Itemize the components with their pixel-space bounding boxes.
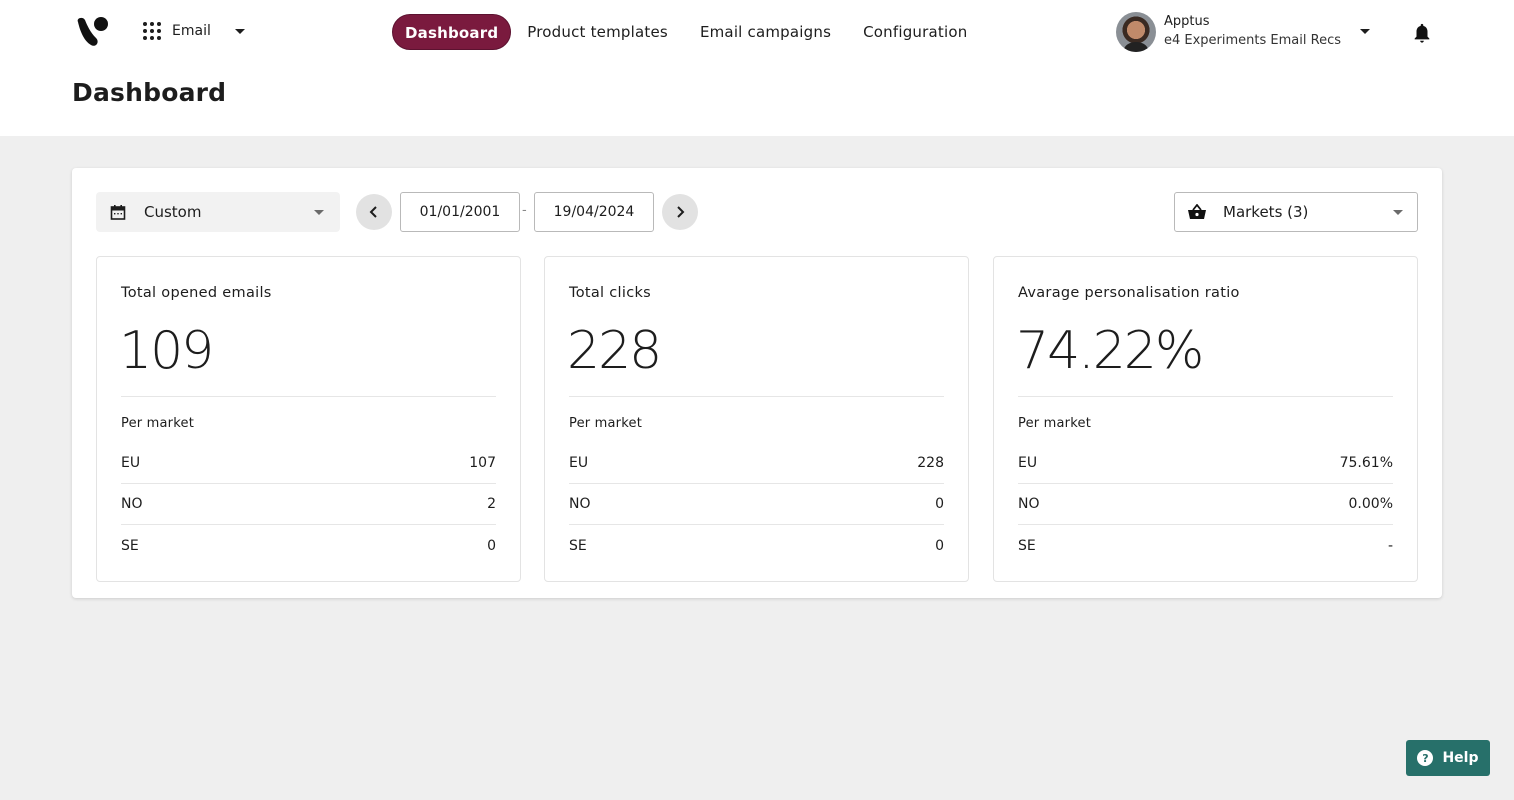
- market-value: 228: [917, 455, 944, 471]
- market-name: EU: [121, 455, 141, 471]
- market-value: 0: [935, 537, 944, 554]
- stat-card-total-clicks: Total clicks 228 Per market EU 228 NO 0 SE…: [544, 256, 969, 582]
- help-label: Help: [1442, 750, 1479, 766]
- market-value: 0: [935, 496, 944, 512]
- avatar: [1116, 12, 1156, 52]
- top-bar: Email Dashboard Product templates Email …: [0, 0, 1514, 136]
- chevron-down-icon: [234, 28, 245, 34]
- basket-icon: [1188, 204, 1206, 219]
- account-name: Apptus: [1164, 14, 1210, 29]
- market-value: 0.00%: [1348, 496, 1393, 512]
- market-value: 2: [487, 496, 496, 512]
- chevron-right-icon: [677, 206, 685, 218]
- chevron-down-icon: [1393, 210, 1403, 215]
- nav-configuration[interactable]: Configuration: [847, 14, 983, 50]
- market-value: 75.61%: [1339, 455, 1393, 471]
- market-value: -: [1387, 537, 1393, 554]
- market-row: NO 2: [121, 484, 496, 525]
- main-nav: Dashboard Product templates Email campai…: [392, 14, 983, 50]
- market-name: NO: [569, 496, 591, 512]
- market-row: SE -: [1018, 525, 1393, 566]
- market-name: SE: [569, 537, 587, 554]
- market-row: EU 228: [569, 443, 944, 484]
- chevron-left-icon: [369, 206, 377, 218]
- question-icon: ?: [1417, 750, 1434, 766]
- market-name: NO: [121, 496, 143, 512]
- date-separator: -: [522, 203, 527, 218]
- date-from-input[interactable]: [400, 192, 520, 232]
- brand-logo[interactable]: [74, 14, 110, 50]
- page-title: Dashboard: [72, 78, 227, 107]
- help-button[interactable]: ? Help: [1406, 740, 1490, 776]
- per-market-label: Per market: [569, 416, 642, 431]
- date-range-label: Custom: [144, 203, 202, 221]
- per-market-label: Per market: [121, 416, 194, 431]
- nav-dashboard[interactable]: Dashboard: [392, 14, 512, 50]
- bell-icon[interactable]: [1411, 22, 1433, 44]
- chevron-down-icon: [314, 210, 324, 215]
- card-value: 74.22%: [1016, 321, 1204, 381]
- card-value: 109: [119, 321, 214, 381]
- next-period-button[interactable]: [662, 194, 698, 230]
- market-value: 107: [469, 455, 496, 471]
- card-value: 228: [567, 321, 662, 381]
- app-switcher-label: Email: [172, 23, 211, 39]
- market-row: SE 0: [569, 525, 944, 566]
- previous-period-button[interactable]: [356, 194, 392, 230]
- stat-card-opened-emails: Total opened emails 109 Per market EU 107…: [96, 256, 521, 582]
- divider: [1018, 396, 1393, 397]
- account-subtitle: e4 Experiments Email Recs: [1164, 33, 1341, 48]
- market-name: EU: [569, 455, 589, 471]
- date-to-input[interactable]: [534, 192, 654, 232]
- account-menu[interactable]: Apptus e4 Experiments Email Recs: [1116, 12, 1341, 52]
- markets-select[interactable]: Markets (3): [1174, 192, 1418, 232]
- apps-grid-icon: [143, 22, 161, 40]
- market-name: SE: [121, 537, 139, 554]
- market-row: EU 75.61%: [1018, 443, 1393, 484]
- per-market-label: Per market: [1018, 416, 1091, 431]
- stat-card-personalisation-ratio: Avarage personalisation ratio 74.22% Per…: [993, 256, 1418, 582]
- app-switcher[interactable]: Email: [143, 22, 245, 40]
- nav-email-campaigns[interactable]: Email campaigns: [684, 14, 847, 50]
- divider: [121, 396, 496, 397]
- markets-label: Markets (3): [1223, 203, 1309, 221]
- nav-product-templates[interactable]: Product templates: [511, 14, 684, 50]
- card-title: Total clicks: [569, 285, 652, 301]
- market-row: NO 0: [569, 484, 944, 525]
- market-row: EU 107: [121, 443, 496, 484]
- dashboard-panel: Custom - Markets (3) Total opened emails…: [72, 168, 1442, 598]
- card-title: Total opened emails: [121, 285, 272, 301]
- market-row: SE 0: [121, 525, 496, 566]
- market-name: EU: [1018, 455, 1038, 471]
- date-range-select[interactable]: Custom: [96, 192, 340, 232]
- calendar-icon: [110, 205, 126, 220]
- market-row: NO 0.00%: [1018, 484, 1393, 525]
- market-name: NO: [1018, 496, 1040, 512]
- account-chevron-down-icon[interactable]: [1360, 29, 1370, 34]
- market-name: SE: [1018, 537, 1036, 554]
- card-title: Avarage personalisation ratio: [1018, 285, 1240, 301]
- market-value: 0: [487, 537, 496, 554]
- divider: [569, 396, 944, 397]
